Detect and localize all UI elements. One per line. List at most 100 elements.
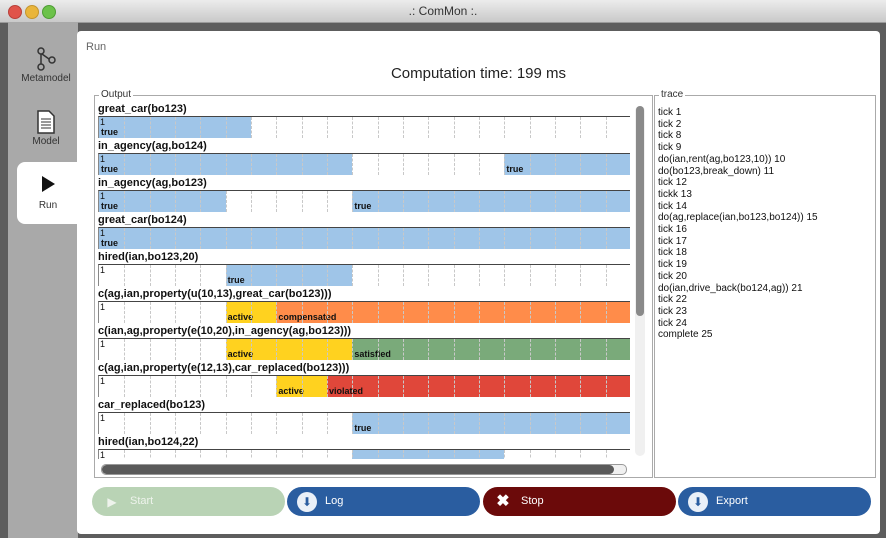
timeline-tick <box>605 339 607 360</box>
timeline-tick <box>276 117 278 138</box>
timeline-tick <box>200 154 202 175</box>
sidebar-item-metamodel[interactable]: Metamodel <box>10 47 82 109</box>
timeline-tick <box>580 339 582 360</box>
timeline-tick <box>453 228 455 249</box>
segment-label: true <box>101 238 119 248</box>
timeline-tick <box>301 376 303 397</box>
trace-line: do(ian,drive_back(bo124,ag)) 21 <box>658 282 803 294</box>
timeline-tick <box>225 302 227 323</box>
timeline-tick <box>403 265 404 286</box>
timeline-tick <box>403 339 404 360</box>
timeline-tick <box>124 339 126 360</box>
timeline-tick <box>200 117 202 138</box>
vertical-scroll-thumb[interactable] <box>636 106 644 316</box>
timeline-tick <box>580 191 582 212</box>
timeline-tick <box>377 450 379 459</box>
timeline-tick <box>175 339 176 360</box>
download-icon: ⬇ <box>297 492 317 512</box>
timeline-tick <box>175 228 176 249</box>
timeline-tick <box>327 450 328 459</box>
timeline-tick <box>377 154 379 175</box>
timeline-tick <box>605 191 607 212</box>
horizontal-scroll-thumb[interactable] <box>102 465 614 474</box>
row-title: great_car(bo123) <box>98 103 187 115</box>
timeline-tick <box>453 117 455 138</box>
timeline-tick <box>149 117 151 138</box>
start-button[interactable]: ▶ Start <box>92 487 285 516</box>
trace-panel: trace tick 1 tick 2 tick 8 tick 9 do(ian,ren… <box>654 89 876 478</box>
timeline-tick <box>479 339 480 360</box>
timeline-tick <box>479 154 480 175</box>
timeline-tick <box>175 191 176 212</box>
segment-label: true <box>506 164 524 174</box>
timeline-tick <box>149 302 151 323</box>
timeline-tick <box>403 191 404 212</box>
timeline-tick <box>175 450 176 459</box>
timeline-tick <box>453 154 455 175</box>
timeline-tick <box>124 154 126 175</box>
timeline-segment: true <box>504 154 630 175</box>
trace-line: tick 9 <box>658 142 682 154</box>
timeline-tick <box>479 450 480 459</box>
timeline-tick <box>225 191 227 212</box>
segment-label: true <box>354 423 372 433</box>
timeline-tick <box>453 339 455 360</box>
sidebar-item-run[interactable]: Run <box>17 162 79 224</box>
timeline-tick <box>377 302 379 323</box>
timeline-bar: active compensated 1 <box>98 301 630 323</box>
row-title: c(ian,ag,property(e(10,20),in_agency(ag,… <box>98 325 352 337</box>
timeline-bar: active violated 1 <box>98 375 630 397</box>
timeline-segment: satisfied <box>352 339 630 360</box>
timeline-tick <box>225 450 227 459</box>
timeline-tick <box>403 302 404 323</box>
timeline-tick <box>352 339 354 360</box>
timeline-tick <box>529 450 531 459</box>
timeline-tick <box>453 413 455 434</box>
timeline-tick <box>453 191 455 212</box>
timeline-tick <box>555 413 556 434</box>
segment-label: active <box>278 386 304 396</box>
segment-label: true <box>227 275 245 285</box>
run-panel: Run Computation time: 199 ms Output grea… <box>77 31 880 534</box>
segment-label: true <box>101 127 119 137</box>
timeline-tick <box>276 191 278 212</box>
timeline-tick <box>149 339 151 360</box>
timeline-tick <box>504 376 506 397</box>
segment-label: true <box>354 201 372 211</box>
timeline-tick <box>529 117 531 138</box>
timeline-tick <box>251 376 252 397</box>
timeline-tick <box>428 339 430 360</box>
timeline-tick <box>403 376 404 397</box>
timeline-bar: 1 <box>98 449 630 459</box>
timeline-bar: true 1 <box>98 412 630 434</box>
timeline-tick <box>529 413 531 434</box>
timeline-tick <box>327 154 328 175</box>
timeline-tick <box>352 117 354 138</box>
timeline-tick <box>377 265 379 286</box>
timeline-bar: true 1 <box>98 227 630 249</box>
export-button[interactable]: ⬇ Export <box>678 487 871 516</box>
timeline-tick <box>225 228 227 249</box>
timeline-tick <box>555 376 556 397</box>
timeline-tick <box>251 413 252 434</box>
timeline-tick <box>301 413 303 434</box>
timeline-tick <box>352 154 354 175</box>
timeline-tick <box>327 265 328 286</box>
timeline-tick <box>327 302 328 323</box>
timeline-tick <box>580 450 582 459</box>
timeline-tick <box>149 376 151 397</box>
timeline-tick <box>276 154 278 175</box>
horizontal-scrollbar[interactable] <box>101 464 627 475</box>
timeline-tick <box>251 265 252 286</box>
row-title: hired(ian,bo123,20) <box>98 251 199 263</box>
timeline-tick <box>251 154 252 175</box>
vertical-scrollbar[interactable] <box>635 106 645 456</box>
segment-label: satisfied <box>354 349 391 359</box>
timeline-tick <box>453 302 455 323</box>
stop-button[interactable]: ✖ Stop <box>483 487 676 516</box>
timeline-tick <box>327 117 328 138</box>
timeline-value: 1 <box>100 191 106 201</box>
network-icon <box>10 47 82 73</box>
timeline-tick <box>301 339 303 360</box>
log-button[interactable]: ⬇ Log <box>287 487 480 516</box>
